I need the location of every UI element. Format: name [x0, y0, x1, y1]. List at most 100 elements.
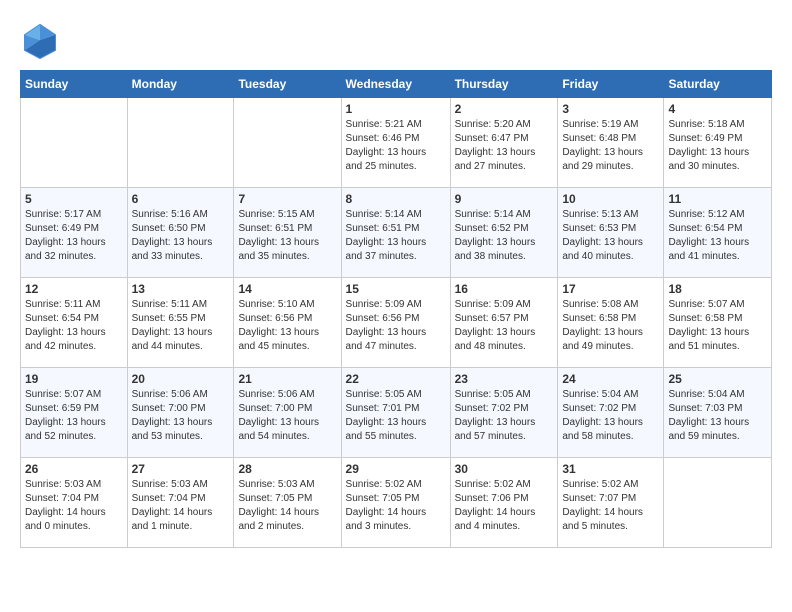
day-number: 21 — [238, 372, 336, 386]
day-info: Sunrise: 5:07 AMSunset: 6:59 PMDaylight:… — [25, 388, 123, 444]
day-cell: 23 Sunrise: 5:05 AMSunset: 7:02 PMDayligh… — [450, 368, 558, 458]
day-info: Sunrise: 5:10 AMSunset: 6:56 PMDaylight:… — [238, 298, 336, 354]
day-info: Sunrise: 5:03 AMSunset: 7:05 PMDaylight:… — [238, 478, 336, 534]
day-cell: 10 Sunrise: 5:13 AMSunset: 6:53 PMDayligh… — [558, 188, 664, 278]
calendar-table: SundayMondayTuesdayWednesdayThursdayFrid… — [20, 70, 772, 548]
day-info: Sunrise: 5:14 AMSunset: 6:51 PMDaylight:… — [346, 208, 446, 264]
day-number: 22 — [346, 372, 446, 386]
day-number: 18 — [668, 282, 767, 296]
day-info: Sunrise: 5:03 AMSunset: 7:04 PMDaylight:… — [25, 478, 123, 534]
day-cell: 11 Sunrise: 5:12 AMSunset: 6:54 PMDayligh… — [664, 188, 772, 278]
day-number: 12 — [25, 282, 123, 296]
day-number: 15 — [346, 282, 446, 296]
day-cell: 27 Sunrise: 5:03 AMSunset: 7:04 PMDayligh… — [127, 458, 234, 548]
col-header-monday: Monday — [127, 71, 234, 98]
day-number: 26 — [25, 462, 123, 476]
day-cell: 19 Sunrise: 5:07 AMSunset: 6:59 PMDayligh… — [21, 368, 128, 458]
day-info: Sunrise: 5:14 AMSunset: 6:52 PMDaylight:… — [455, 208, 554, 264]
week-row-2: 5Sunrise: 5:17 AMSunset: 6:49 PMDaylight… — [21, 188, 772, 278]
day-info: Sunrise: 5:18 AMSunset: 6:49 PMDaylight:… — [668, 118, 767, 174]
day-info: Sunrise: 5:16 AMSunset: 6:50 PMDaylight:… — [132, 208, 230, 264]
week-row-3: 12Sunrise: 5:11 AMSunset: 6:54 PMDayligh… — [21, 278, 772, 368]
col-header-wednesday: Wednesday — [341, 71, 450, 98]
day-number: 19 — [25, 372, 123, 386]
week-row-5: 26 Sunrise: 5:03 AMSunset: 7:04 PMDayligh… — [21, 458, 772, 548]
day-info: Sunrise: 5:17 AMSunset: 6:49 PMDaylight:… — [25, 208, 123, 264]
day-number: 27 — [132, 462, 230, 476]
day-info: Sunrise: 5:19 AMSunset: 6:48 PMDaylight:… — [562, 118, 659, 174]
day-number: 7 — [238, 192, 336, 206]
day-cell: 12Sunrise: 5:11 AMSunset: 6:54 PMDayligh… — [21, 278, 128, 368]
day-cell: 21 Sunrise: 5:06 AMSunset: 7:00 PMDayligh… — [234, 368, 341, 458]
day-cell: 31 Sunrise: 5:02 AMSunset: 7:07 PMDayligh… — [558, 458, 664, 548]
day-cell: 3 Sunrise: 5:19 AMSunset: 6:48 PMDaylight… — [558, 98, 664, 188]
col-header-thursday: Thursday — [450, 71, 558, 98]
day-number: 9 — [455, 192, 554, 206]
day-number: 28 — [238, 462, 336, 476]
day-info: Sunrise: 5:04 AMSunset: 7:03 PMDaylight:… — [668, 388, 767, 444]
day-cell — [234, 98, 341, 188]
day-number: 14 — [238, 282, 336, 296]
week-row-1: 1 Sunrise: 5:21 AMSunset: 6:46 PMDaylight… — [21, 98, 772, 188]
day-number: 8 — [346, 192, 446, 206]
day-number: 31 — [562, 462, 659, 476]
col-header-tuesday: Tuesday — [234, 71, 341, 98]
day-info: Sunrise: 5:02 AMSunset: 7:05 PMDaylight:… — [346, 478, 446, 534]
day-cell: 5Sunrise: 5:17 AMSunset: 6:49 PMDaylight… — [21, 188, 128, 278]
day-cell: 20Sunrise: 5:06 AMSunset: 7:00 PMDayligh… — [127, 368, 234, 458]
day-cell: 18 Sunrise: 5:07 AMSunset: 6:58 PMDayligh… — [664, 278, 772, 368]
day-info: Sunrise: 5:09 AMSunset: 6:57 PMDaylight:… — [455, 298, 554, 354]
day-cell: 25 Sunrise: 5:04 AMSunset: 7:03 PMDayligh… — [664, 368, 772, 458]
day-number: 13 — [132, 282, 230, 296]
day-info: Sunrise: 5:03 AMSunset: 7:04 PMDaylight:… — [132, 478, 230, 534]
day-info: Sunrise: 5:08 AMSunset: 6:58 PMDaylight:… — [562, 298, 659, 354]
day-info: Sunrise: 5:02 AMSunset: 7:06 PMDaylight:… — [455, 478, 554, 534]
day-cell: 28 Sunrise: 5:03 AMSunset: 7:05 PMDayligh… — [234, 458, 341, 548]
day-info: Sunrise: 5:02 AMSunset: 7:07 PMDaylight:… — [562, 478, 659, 534]
calendar-header-row: SundayMondayTuesdayWednesdayThursdayFrid… — [21, 71, 772, 98]
col-header-sunday: Sunday — [21, 71, 128, 98]
day-info: Sunrise: 5:11 AMSunset: 6:55 PMDaylight:… — [132, 298, 230, 354]
logo-icon — [20, 20, 60, 60]
col-header-friday: Friday — [558, 71, 664, 98]
day-cell: 13 Sunrise: 5:11 AMSunset: 6:55 PMDayligh… — [127, 278, 234, 368]
day-info: Sunrise: 5:13 AMSunset: 6:53 PMDaylight:… — [562, 208, 659, 264]
day-cell: 2 Sunrise: 5:20 AMSunset: 6:47 PMDaylight… — [450, 98, 558, 188]
day-number: 29 — [346, 462, 446, 476]
day-number: 10 — [562, 192, 659, 206]
day-number: 30 — [455, 462, 554, 476]
day-info: Sunrise: 5:21 AMSunset: 6:46 PMDaylight:… — [346, 118, 446, 174]
logo — [20, 20, 64, 60]
day-number: 2 — [455, 102, 554, 116]
day-number: 1 — [346, 102, 446, 116]
page-header — [20, 20, 772, 60]
day-cell: 30 Sunrise: 5:02 AMSunset: 7:06 PMDayligh… — [450, 458, 558, 548]
day-info: Sunrise: 5:15 AMSunset: 6:51 PMDaylight:… — [238, 208, 336, 264]
day-info: Sunrise: 5:07 AMSunset: 6:58 PMDaylight:… — [668, 298, 767, 354]
day-info: Sunrise: 5:12 AMSunset: 6:54 PMDaylight:… — [668, 208, 767, 264]
day-number: 23 — [455, 372, 554, 386]
day-cell: 1 Sunrise: 5:21 AMSunset: 6:46 PMDaylight… — [341, 98, 450, 188]
day-cell: 24 Sunrise: 5:04 AMSunset: 7:02 PMDayligh… — [558, 368, 664, 458]
day-cell: 9 Sunrise: 5:14 AMSunset: 6:52 PMDaylight… — [450, 188, 558, 278]
day-info: Sunrise: 5:05 AMSunset: 7:01 PMDaylight:… — [346, 388, 446, 444]
day-number: 24 — [562, 372, 659, 386]
day-info: Sunrise: 5:20 AMSunset: 6:47 PMDaylight:… — [455, 118, 554, 174]
day-number: 6 — [132, 192, 230, 206]
day-number: 11 — [668, 192, 767, 206]
day-cell: 14 Sunrise: 5:10 AMSunset: 6:56 PMDayligh… — [234, 278, 341, 368]
day-cell: 26 Sunrise: 5:03 AMSunset: 7:04 PMDayligh… — [21, 458, 128, 548]
day-cell: 17Sunrise: 5:08 AMSunset: 6:58 PMDayligh… — [558, 278, 664, 368]
day-number: 4 — [668, 102, 767, 116]
day-cell: 22 Sunrise: 5:05 AMSunset: 7:01 PMDayligh… — [341, 368, 450, 458]
col-header-saturday: Saturday — [664, 71, 772, 98]
day-cell: 29 Sunrise: 5:02 AMSunset: 7:05 PMDayligh… — [341, 458, 450, 548]
week-row-4: 19 Sunrise: 5:07 AMSunset: 6:59 PMDayligh… — [21, 368, 772, 458]
day-info: Sunrise: 5:06 AMSunset: 7:00 PMDaylight:… — [238, 388, 336, 444]
day-number: 25 — [668, 372, 767, 386]
day-number: 20 — [132, 372, 230, 386]
day-cell — [664, 458, 772, 548]
day-info: Sunrise: 5:05 AMSunset: 7:02 PMDaylight:… — [455, 388, 554, 444]
day-number: 3 — [562, 102, 659, 116]
day-info: Sunrise: 5:04 AMSunset: 7:02 PMDaylight:… — [562, 388, 659, 444]
